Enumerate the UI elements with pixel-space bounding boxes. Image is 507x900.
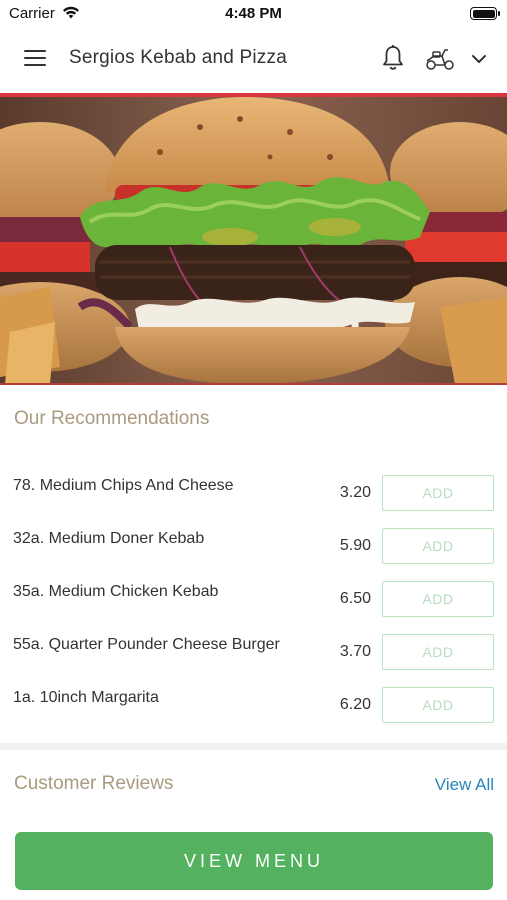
item-name: 55a. Quarter Pounder Cheese Burger bbox=[13, 636, 280, 653]
scooter-icon[interactable] bbox=[424, 46, 456, 72]
list-item: 35a. Medium Chicken Kebab 6.50 ADD bbox=[0, 581, 507, 634]
item-price: 6.20 bbox=[339, 696, 371, 713]
chevron-down-icon[interactable] bbox=[470, 50, 488, 68]
add-button[interactable]: ADD bbox=[382, 687, 494, 723]
bell-icon[interactable] bbox=[381, 44, 405, 72]
status-time: 4:48 PM bbox=[225, 5, 282, 22]
list-item: 55a. Quarter Pounder Cheese Burger 3.70 … bbox=[0, 634, 507, 687]
status-bar: Carrier 4:48 PM bbox=[0, 0, 507, 28]
item-price: 3.70 bbox=[339, 643, 371, 660]
item-price: 5.90 bbox=[339, 537, 371, 554]
menu-icon[interactable] bbox=[24, 50, 46, 68]
item-price: 3.20 bbox=[339, 484, 371, 501]
item-price: 6.50 bbox=[339, 590, 371, 607]
add-button[interactable]: ADD bbox=[382, 528, 494, 564]
app-header: Sergios Kebab and Pizza bbox=[0, 28, 507, 94]
item-name: 1a. 10inch Margarita bbox=[13, 689, 159, 706]
item-name: 35a. Medium Chicken Kebab bbox=[13, 583, 219, 600]
add-button[interactable]: ADD bbox=[382, 475, 494, 511]
view-all-link[interactable]: View All bbox=[435, 775, 494, 795]
item-name: 78. Medium Chips And Cheese bbox=[13, 477, 234, 494]
add-button[interactable]: ADD bbox=[382, 634, 494, 670]
item-name: 32a. Medium Doner Kebab bbox=[13, 530, 205, 547]
list-item: 32a. Medium Doner Kebab 5.90 ADD bbox=[0, 528, 507, 581]
recommendations-title: Our Recommendations bbox=[14, 408, 210, 429]
list-item: 78. Medium Chips And Cheese 3.20 ADD bbox=[0, 475, 507, 528]
hero-burger-image bbox=[0, 97, 507, 384]
add-button[interactable]: ADD bbox=[382, 581, 494, 617]
section-divider bbox=[0, 743, 507, 750]
battery-icon bbox=[470, 7, 500, 20]
hero-divider bbox=[0, 383, 507, 385]
list-item: 1a. 10inch Margarita 6.20 ADD bbox=[0, 687, 507, 740]
reviews-title: Customer Reviews bbox=[14, 773, 174, 794]
view-menu-button[interactable]: VIEW MENU bbox=[15, 832, 493, 890]
page-title: Sergios Kebab and Pizza bbox=[69, 47, 287, 68]
